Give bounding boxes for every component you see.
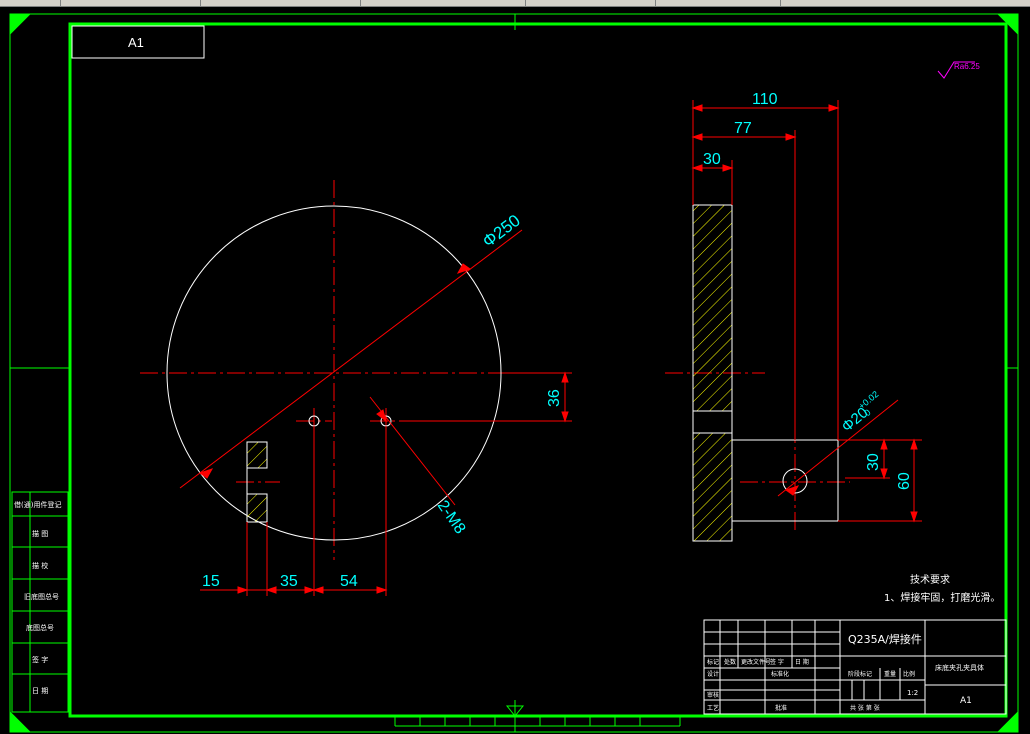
left-strip-labels: 借(通)用件登记 描 图 描 校 旧底图总号 底图总号 签 字 日 期 [14, 500, 61, 695]
side-view[interactable]: 110 77 30 Φ20 +0.02 0 30 60 [665, 91, 922, 542]
dim-text-77: 77 [734, 120, 752, 137]
svg-text:A1: A1 [128, 35, 144, 50]
svg-text:Ra6.25: Ra6.25 [954, 62, 980, 71]
dim-diameter-250 [179, 229, 523, 489]
svg-text:阶段标记: 阶段标记 [848, 670, 872, 678]
drawing-name: 床底夹孔夹具体 [935, 663, 984, 672]
notes-item-1: 1、焊接牢固，打磨光滑。 [884, 591, 1000, 604]
dim-text-30-top: 30 [703, 151, 721, 168]
svg-text:标准化: 标准化 [771, 670, 789, 678]
dim-text-35: 35 [280, 573, 298, 590]
sheet-size-label: A1 [71, 25, 205, 59]
technical-notes: 技术要求 1、焊接牢固，打磨光滑。 [884, 573, 1000, 604]
svg-text:处数: 处数 [724, 658, 736, 666]
svg-text:借(通)用件登记: 借(通)用件登记 [14, 500, 61, 509]
dim-text-54: 54 [340, 573, 358, 590]
svg-text:日 期: 日 期 [32, 687, 48, 695]
dim-text-30-right: 30 [865, 453, 882, 471]
svg-text:比例: 比例 [903, 670, 915, 678]
svg-text:设计: 设计 [707, 670, 719, 678]
svg-text:旧底图总号: 旧底图总号 [24, 592, 59, 601]
dim-text-36: 36 [546, 389, 563, 407]
left-registration-strip [11, 491, 69, 713]
dim-thread-leader [369, 396, 456, 506]
svg-text:工艺: 工艺 [707, 704, 719, 712]
drawing-canvas[interactable]: A1 Ra6.25 Φ250 36 2-M8 15 35 54 110 77 3… [0, 0, 1030, 734]
notes-title: 技术要求 [910, 573, 950, 586]
dim-text-thread: 2-M8 [434, 498, 469, 538]
front-view[interactable]: Φ250 36 2-M8 15 35 54 [140, 180, 572, 596]
svg-text:描 校: 描 校 [32, 561, 48, 570]
svg-text:共 张 第 张: 共 张 第 张 [850, 704, 880, 712]
plate-outline [166, 205, 502, 541]
side-block [731, 439, 839, 522]
sheet-size: A1 [960, 696, 972, 706]
side-plate-section [692, 204, 733, 542]
dim-text-60: 60 [896, 472, 913, 490]
scale-value: 1:2 [907, 689, 918, 697]
svg-text:重量: 重量 [884, 670, 896, 678]
dim-text-15: 15 [202, 573, 220, 590]
roughness-symbol: Ra6.25 [937, 61, 980, 79]
svg-text:标记: 标记 [707, 658, 719, 666]
material-label: Q235A/焊接件 [848, 632, 922, 646]
svg-text:签 字: 签 字 [770, 658, 784, 666]
svg-text:日 期: 日 期 [795, 658, 809, 666]
svg-text:底图总号: 底图总号 [26, 623, 54, 632]
svg-text:描 图: 描 图 [32, 529, 48, 538]
svg-text:审核: 审核 [707, 691, 719, 699]
svg-text:更改文件号: 更改文件号 [741, 658, 771, 666]
svg-text:签 字: 签 字 [32, 655, 48, 664]
dim-text-110: 110 [752, 91, 778, 108]
dim-text-bore-tol-upper: +0.02 [857, 389, 881, 411]
svg-text:批准: 批准 [775, 704, 787, 712]
